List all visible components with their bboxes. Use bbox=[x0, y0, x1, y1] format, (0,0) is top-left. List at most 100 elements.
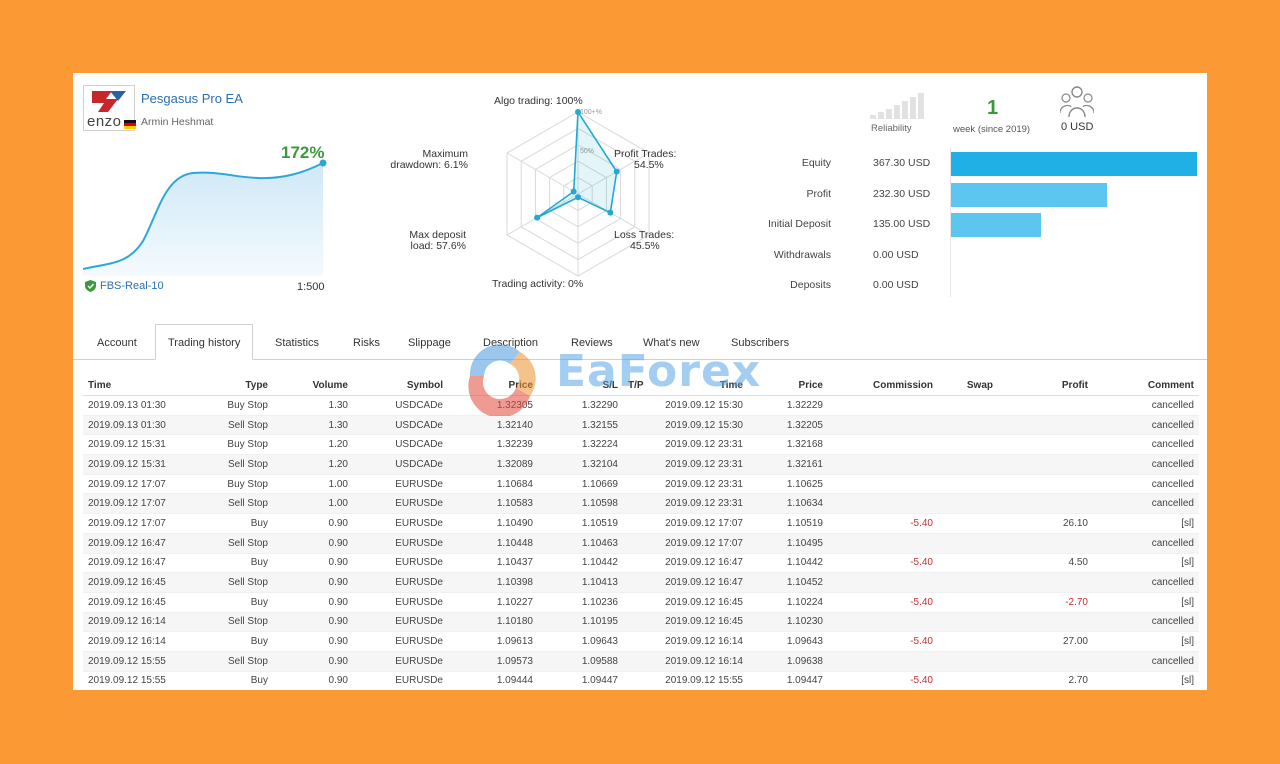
signal-card: enzo Pesgasus Pro EA Armin Heshmat 172% … bbox=[73, 73, 1207, 690]
cell-comment: cancelled bbox=[1093, 533, 1199, 554]
table-row[interactable]: 2019.09.13 01:30 Sell Stop 1.30 USDCADe 1.32… bbox=[83, 415, 1199, 436]
cell-close-price: 1.10442 bbox=[748, 553, 828, 574]
cell-time: 2019.09.12 15:31 bbox=[83, 434, 178, 456]
cell-type: Buy bbox=[178, 671, 273, 690]
cell-close-price: 1.09643 bbox=[748, 631, 828, 652]
tab-slippage[interactable]: Slippage bbox=[396, 329, 463, 357]
cell-tp bbox=[623, 415, 648, 436]
cell-swap bbox=[938, 651, 998, 672]
cell-commission: -5.40 bbox=[828, 631, 938, 652]
cell-profit bbox=[998, 395, 1093, 416]
table-row[interactable]: 2019.09.12 16:45 Buy 0.90 EURUSDe 1.10227 1.1… bbox=[83, 592, 1199, 613]
cell-symbol: EURUSDe bbox=[353, 631, 448, 652]
cell-close-price: 1.32205 bbox=[748, 415, 828, 436]
table-row[interactable]: 2019.09.12 15:55 Buy 0.90 EURUSDe 1.09444 1.0… bbox=[83, 671, 1199, 690]
cell-comment: [sl] bbox=[1093, 553, 1199, 574]
col-header-time[interactable]: Time bbox=[83, 375, 178, 396]
col-header-type[interactable]: Type bbox=[178, 375, 273, 396]
table-row[interactable]: 2019.09.12 16:47 Sell Stop 0.90 EURUSDe 1.10… bbox=[83, 533, 1199, 554]
table-row[interactable]: 2019.09.12 15:31 Sell Stop 1.20 USDCADe 1.32… bbox=[83, 454, 1199, 475]
cell-close-price: 1.10519 bbox=[748, 513, 828, 534]
cell-symbol: EURUSDe bbox=[353, 513, 448, 534]
col-header-commission[interactable]: Commission bbox=[828, 375, 938, 396]
table-row[interactable]: 2019.09.12 16:14 Sell Stop 0.90 EURUSDe 1.10… bbox=[83, 612, 1199, 633]
cell-comment: cancelled bbox=[1093, 612, 1199, 633]
tab-trading-history[interactable]: Trading history bbox=[155, 324, 254, 360]
cell-swap bbox=[938, 553, 998, 574]
product-title[interactable]: Pesgasus Pro EA bbox=[141, 91, 243, 106]
cell-volume: 1.20 bbox=[273, 434, 353, 456]
growth-area bbox=[83, 163, 323, 276]
cell-symbol: EURUSDe bbox=[353, 592, 448, 613]
radar-label-profit-trades: Profit Trades: 54.5% bbox=[614, 148, 677, 171]
cell-comment: cancelled bbox=[1093, 434, 1199, 456]
col-header-price[interactable]: Price bbox=[448, 375, 538, 396]
col-header-close-price[interactable]: Price bbox=[748, 375, 828, 396]
cell-time: 2019.09.12 15:55 bbox=[83, 671, 178, 690]
cell-price: 1.10448 bbox=[448, 533, 538, 554]
author-name[interactable]: Armin Heshmat bbox=[141, 116, 213, 128]
col-header-sl[interactable]: S/L bbox=[538, 375, 623, 396]
cell-time: 2019.09.12 16:47 bbox=[83, 533, 178, 554]
col-header-profit[interactable]: Profit bbox=[998, 375, 1093, 396]
cell-volume: 1.00 bbox=[273, 493, 353, 515]
tab-account[interactable]: Account bbox=[85, 329, 149, 357]
col-header-volume[interactable]: Volume bbox=[273, 375, 353, 396]
server-link[interactable]: FBS-Real-10 bbox=[85, 280, 164, 292]
cell-commission: -5.40 bbox=[828, 592, 938, 613]
table-row[interactable]: 2019.09.12 16:47 Buy 0.90 EURUSDe 1.10437 1.1… bbox=[83, 553, 1199, 574]
cell-tp bbox=[623, 572, 648, 593]
table-row[interactable]: 2019.09.12 16:45 Sell Stop 0.90 EURUSDe 1.10… bbox=[83, 572, 1199, 593]
cell-comment: cancelled bbox=[1093, 454, 1199, 475]
col-header-swap[interactable]: Swap bbox=[938, 375, 998, 396]
tab-whats-new[interactable]: What's new bbox=[631, 329, 712, 357]
cell-volume: 0.90 bbox=[273, 631, 353, 652]
table-row[interactable]: 2019.09.12 15:31 Buy Stop 1.20 USDCADe 1.322… bbox=[83, 434, 1199, 456]
cell-profit: 27.00 bbox=[998, 631, 1093, 652]
cell-close-price: 1.32229 bbox=[748, 395, 828, 416]
col-header-symbol[interactable]: Symbol bbox=[353, 375, 448, 396]
cell-commission bbox=[828, 415, 938, 436]
table-row[interactable]: 2019.09.12 15:55 Sell Stop 0.90 EURUSDe 1.09… bbox=[83, 651, 1199, 672]
tab-risks[interactable]: Risks bbox=[341, 329, 392, 357]
cell-symbol: EURUSDe bbox=[353, 553, 448, 574]
table-row[interactable]: 2019.09.12 17:07 Sell Stop 1.00 EURUSDe 1.10… bbox=[83, 493, 1199, 515]
cell-swap bbox=[938, 592, 998, 613]
cell-close-time: 2019.09.12 23:31 bbox=[648, 454, 748, 475]
cell-swap bbox=[938, 395, 998, 416]
cell-tp bbox=[623, 651, 648, 672]
trading-history-table-wrap[interactable]: Time Type Volume Symbol Price S/L T/P Ti… bbox=[83, 375, 1199, 690]
stat-label: Initial Deposit bbox=[767, 218, 831, 230]
cell-tp bbox=[623, 454, 648, 475]
cell-close-price: 1.10625 bbox=[748, 474, 828, 495]
cell-tp bbox=[623, 553, 648, 574]
stat-bar bbox=[951, 182, 1107, 207]
cell-close-price: 1.32168 bbox=[748, 434, 828, 456]
tab-statistics[interactable]: Statistics bbox=[263, 329, 331, 357]
cell-type: Buy bbox=[178, 553, 273, 574]
col-header-tp[interactable]: T/P bbox=[623, 375, 648, 396]
weeks-label: week (since 2019) bbox=[953, 124, 1031, 135]
tab-description[interactable]: Description bbox=[471, 329, 550, 357]
radar-chart: 100+% 50% bbox=[506, 109, 650, 277]
table-row[interactable]: 2019.09.12 17:07 Buy 0.90 EURUSDe 1.10490 1.1… bbox=[83, 513, 1199, 534]
cell-volume: 0.90 bbox=[273, 513, 353, 534]
col-header-close-time[interactable]: Time bbox=[648, 375, 748, 396]
table-row[interactable]: 2019.09.12 17:07 Buy Stop 1.00 EURUSDe 1.106… bbox=[83, 474, 1199, 495]
cell-close-time: 2019.09.12 16:45 bbox=[648, 612, 748, 633]
cell-time: 2019.09.12 16:45 bbox=[83, 572, 178, 593]
table-row[interactable]: 2019.09.12 16:14 Buy 0.90 EURUSDe 1.09613 1.0… bbox=[83, 631, 1199, 652]
col-header-comment[interactable]: Comment bbox=[1093, 375, 1199, 396]
cell-price: 1.10227 bbox=[448, 592, 538, 613]
cell-commission: -5.40 bbox=[828, 671, 938, 690]
cell-swap bbox=[938, 434, 998, 456]
cell-swap bbox=[938, 493, 998, 515]
cell-comment: [sl] bbox=[1093, 671, 1199, 690]
tab-reviews[interactable]: Reviews bbox=[559, 329, 625, 357]
radar-point-loss-trades bbox=[607, 209, 614, 216]
cell-type: Sell Stop bbox=[178, 493, 273, 515]
cell-price: 1.09573 bbox=[448, 651, 538, 672]
table-row[interactable]: 2019.09.13 01:30 Buy Stop 1.30 USDCADe 1.323… bbox=[83, 395, 1199, 416]
tab-subscribers[interactable]: Subscribers bbox=[719, 329, 801, 357]
radar-point-max-drawdown bbox=[570, 188, 577, 195]
